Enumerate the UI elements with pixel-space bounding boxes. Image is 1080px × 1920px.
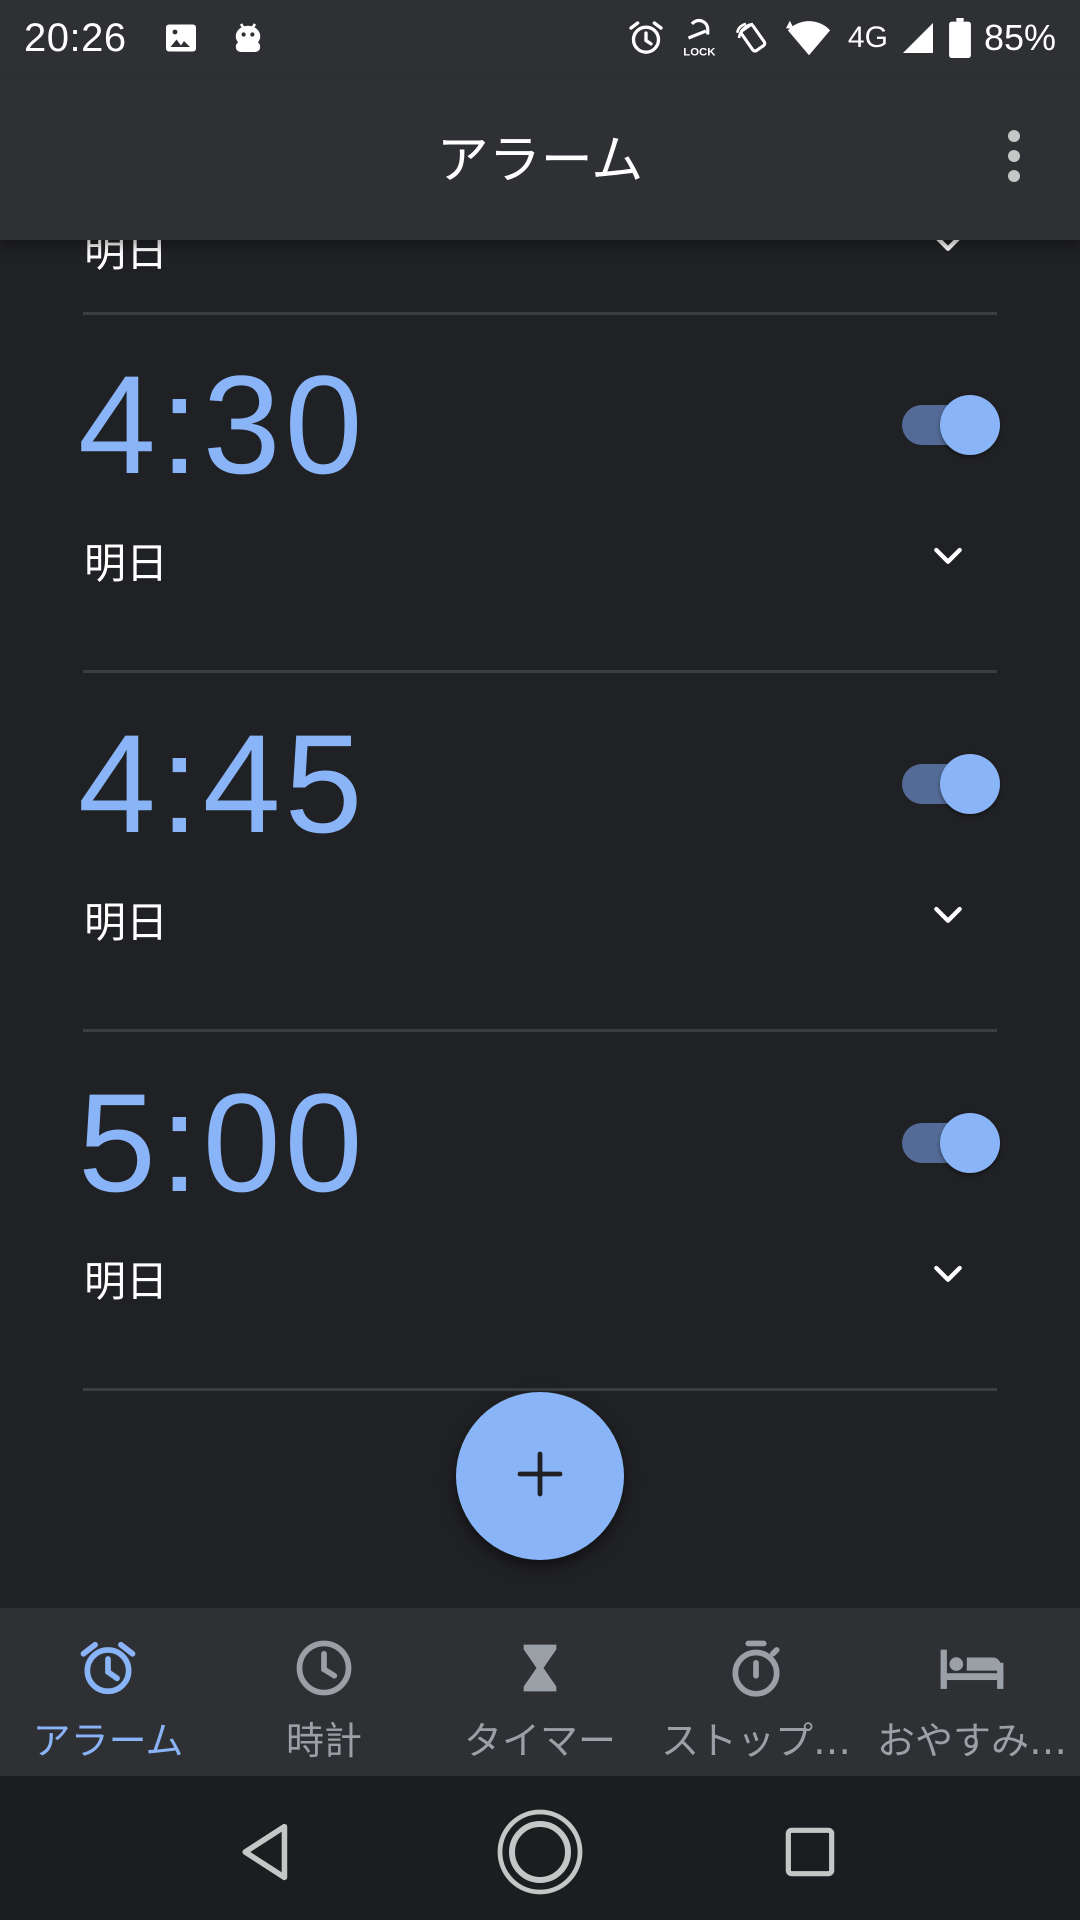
alarm-toggle[interactable] bbox=[900, 1113, 1000, 1173]
alarm-time[interactable]: 5:00 bbox=[78, 1073, 366, 1213]
divider bbox=[83, 670, 997, 673]
alarm-item-partial[interactable]: 明日 bbox=[0, 240, 1080, 312]
tab-stopwatch[interactable]: ストップ… bbox=[648, 1608, 864, 1776]
more-vert-icon[interactable] bbox=[990, 124, 1038, 188]
bed-icon bbox=[938, 1636, 1006, 1700]
toggle-thumb bbox=[940, 395, 1000, 455]
signal-icon bbox=[900, 20, 936, 56]
home-button[interactable] bbox=[496, 1808, 584, 1896]
battery-icon bbox=[948, 18, 972, 58]
vibrate-icon bbox=[732, 17, 774, 59]
alarm-toggle[interactable] bbox=[900, 754, 1000, 814]
svg-text:LOCK: LOCK bbox=[683, 47, 716, 59]
chevron-down-icon[interactable] bbox=[928, 894, 968, 934]
svg-text:4: 4 bbox=[815, 43, 823, 58]
home-circle-icon bbox=[497, 1809, 583, 1895]
image-icon bbox=[163, 20, 199, 56]
tab-timer[interactable]: タイマー bbox=[432, 1608, 648, 1776]
tab-label: タイマー bbox=[463, 1719, 616, 1763]
recents-button[interactable] bbox=[766, 1808, 854, 1896]
alarm-day-label: 明日 bbox=[84, 1257, 169, 1306]
stopwatch-icon bbox=[725, 1636, 787, 1700]
wifi-icon: 4 bbox=[785, 18, 832, 58]
page-title: アラーム bbox=[436, 131, 644, 191]
tab-bedtime[interactable]: おやすみ… bbox=[864, 1608, 1080, 1776]
alarm-item[interactable]: 4:45 明日 bbox=[0, 674, 1080, 1034]
lock-icon: LOCK bbox=[678, 17, 720, 59]
toggle-thumb bbox=[940, 754, 1000, 814]
status-system-icons: LOCK 4 4G 85% bbox=[626, 17, 1056, 59]
hourglass-icon bbox=[512, 1636, 568, 1700]
alarm-toggle[interactable] bbox=[900, 395, 1000, 455]
system-nav-bar bbox=[0, 1776, 1080, 1920]
bottom-nav: アラーム 時計 タイマー ストップ… おやすみ… bbox=[0, 1608, 1080, 1776]
app-bar: アラーム bbox=[0, 76, 1080, 240]
network-type: 4G bbox=[847, 21, 888, 54]
alarm-icon bbox=[77, 1636, 139, 1700]
back-triangle-icon bbox=[242, 1823, 288, 1881]
tab-label: ストップ… bbox=[660, 1719, 851, 1763]
recents-square-icon bbox=[785, 1827, 835, 1877]
chevron-down-icon[interactable] bbox=[928, 240, 968, 262]
divider bbox=[83, 1388, 997, 1391]
alarm-time[interactable]: 4:45 bbox=[78, 714, 366, 854]
tab-clock[interactable]: 時計 bbox=[216, 1608, 432, 1776]
alarm-item[interactable]: 4:30 明日 bbox=[0, 315, 1080, 675]
alarm-icon bbox=[626, 18, 666, 58]
divider bbox=[83, 1029, 997, 1032]
back-button[interactable] bbox=[222, 1808, 310, 1896]
clock-icon bbox=[293, 1636, 355, 1700]
android-bugdroid-icon bbox=[227, 17, 269, 59]
add-alarm-button[interactable] bbox=[456, 1392, 624, 1560]
alarm-day-label: 明日 bbox=[84, 898, 169, 947]
tab-label: アラーム bbox=[32, 1719, 184, 1763]
alarm-day-label: 明日 bbox=[84, 240, 169, 276]
status-notification-icons bbox=[163, 17, 269, 59]
tab-alarm[interactable]: アラーム bbox=[0, 1608, 216, 1776]
plus-icon bbox=[516, 1450, 564, 1502]
tab-label: おやすみ… bbox=[876, 1719, 1067, 1763]
battery-level: 85% bbox=[983, 17, 1056, 58]
alarm-item[interactable]: 5:00 明日 bbox=[0, 1033, 1080, 1393]
toggle-thumb bbox=[940, 1113, 1000, 1173]
status-bar: 20:26 LOCK 4 4G 85% bbox=[0, 0, 1080, 76]
status-time: 20:26 bbox=[24, 15, 127, 60]
screen: 20:26 LOCK 4 4G 85% アラーム 明日 4:30 明日 4:45… bbox=[0, 0, 1080, 1920]
alarm-time[interactable]: 4:30 bbox=[78, 355, 366, 495]
tab-label: 時計 bbox=[285, 1719, 362, 1763]
chevron-down-icon[interactable] bbox=[928, 535, 968, 575]
chevron-down-icon[interactable] bbox=[928, 1253, 968, 1293]
alarm-day-label: 明日 bbox=[84, 539, 169, 588]
